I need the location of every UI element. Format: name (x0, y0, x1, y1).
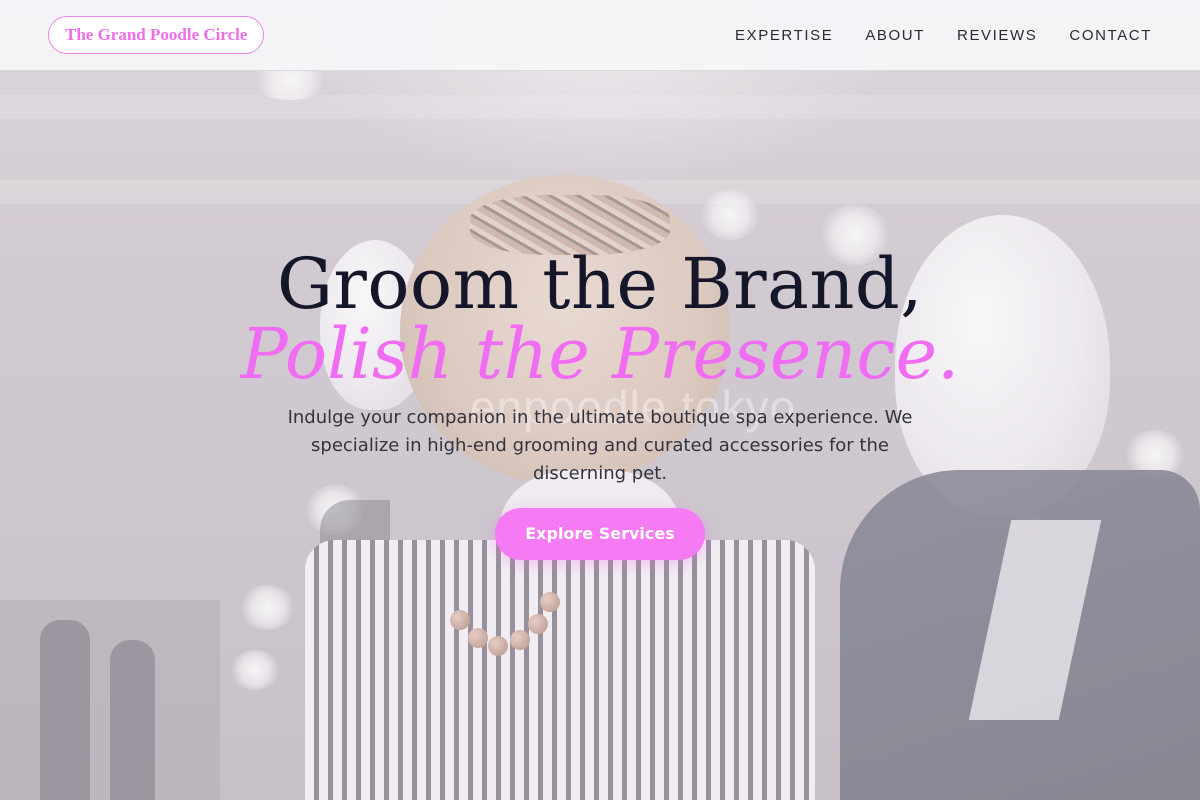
hero-section: Groom the Brand, Polish the Presence. In… (0, 244, 1200, 560)
nav-link-expertise[interactable]: EXPERTISE (735, 27, 833, 44)
nav-link-about[interactable]: ABOUT (865, 27, 925, 44)
brand-logo[interactable]: The Grand Poodle Circle (48, 16, 265, 54)
hero-headline: Groom the Brand, (277, 243, 923, 325)
main-nav: EXPERTISE ABOUT REVIEWS CONTACT (735, 0, 1152, 70)
explore-services-button[interactable]: Explore Services (495, 508, 705, 560)
nav-link-reviews[interactable]: REVIEWS (957, 27, 1037, 44)
hero-headline-accent: Polish the Presence. (240, 313, 960, 395)
hero-description: Indulge your companion in the ultimate b… (287, 407, 913, 484)
nav-link-contact[interactable]: CONTACT (1069, 27, 1152, 44)
site-header: The Grand Poodle Circle EXPERTISE ABOUT … (0, 0, 1200, 71)
